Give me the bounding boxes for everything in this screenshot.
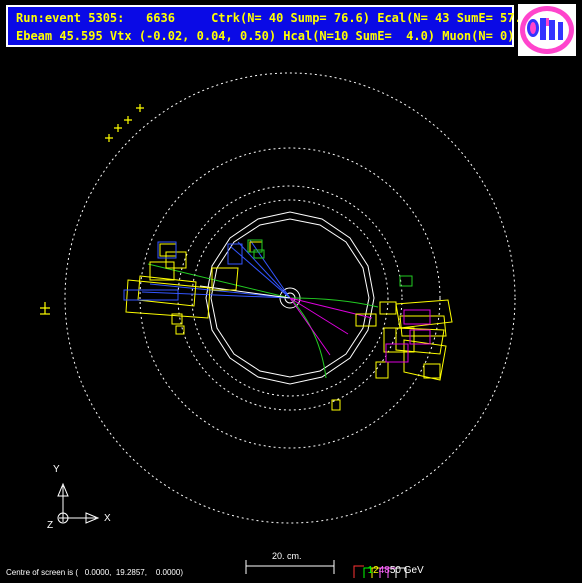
event-info-panel: Run:event 5305: 6636 Ctrk(N= 40 Sump= 76… bbox=[6, 5, 536, 47]
scale-label: 20. cm. bbox=[272, 551, 302, 561]
screen-centre-readout: Centre of screen is ( 0.0000, 19.2857, 0… bbox=[6, 568, 183, 577]
tracks bbox=[141, 239, 379, 379]
event-info-line-2: Ebeam 45.595 Vtx (-0.02, 0.04, 0.50) Hca… bbox=[16, 29, 515, 43]
event-display-canvas bbox=[40, 72, 516, 578]
x-axis-label: X bbox=[104, 513, 111, 524]
ecal-clusters-right bbox=[331, 299, 453, 411]
z-axis-label: Z bbox=[47, 520, 54, 531]
energy-legend: 124850 GeV bbox=[362, 554, 424, 576]
track bbox=[289, 297, 349, 335]
y-axis-label: Y bbox=[53, 464, 60, 475]
axis-gizmo bbox=[57, 482, 100, 524]
muon-hits bbox=[40, 104, 144, 315]
opal-logo bbox=[518, 4, 576, 56]
track bbox=[149, 283, 291, 299]
event-info-line-1: Run:event 5305: 6636 Ctrk(N= 40 Sump= 76… bbox=[16, 11, 537, 25]
track bbox=[289, 297, 327, 379]
scale-bar bbox=[245, 560, 335, 574]
energy-legend-50: 50 GeV bbox=[389, 565, 424, 576]
